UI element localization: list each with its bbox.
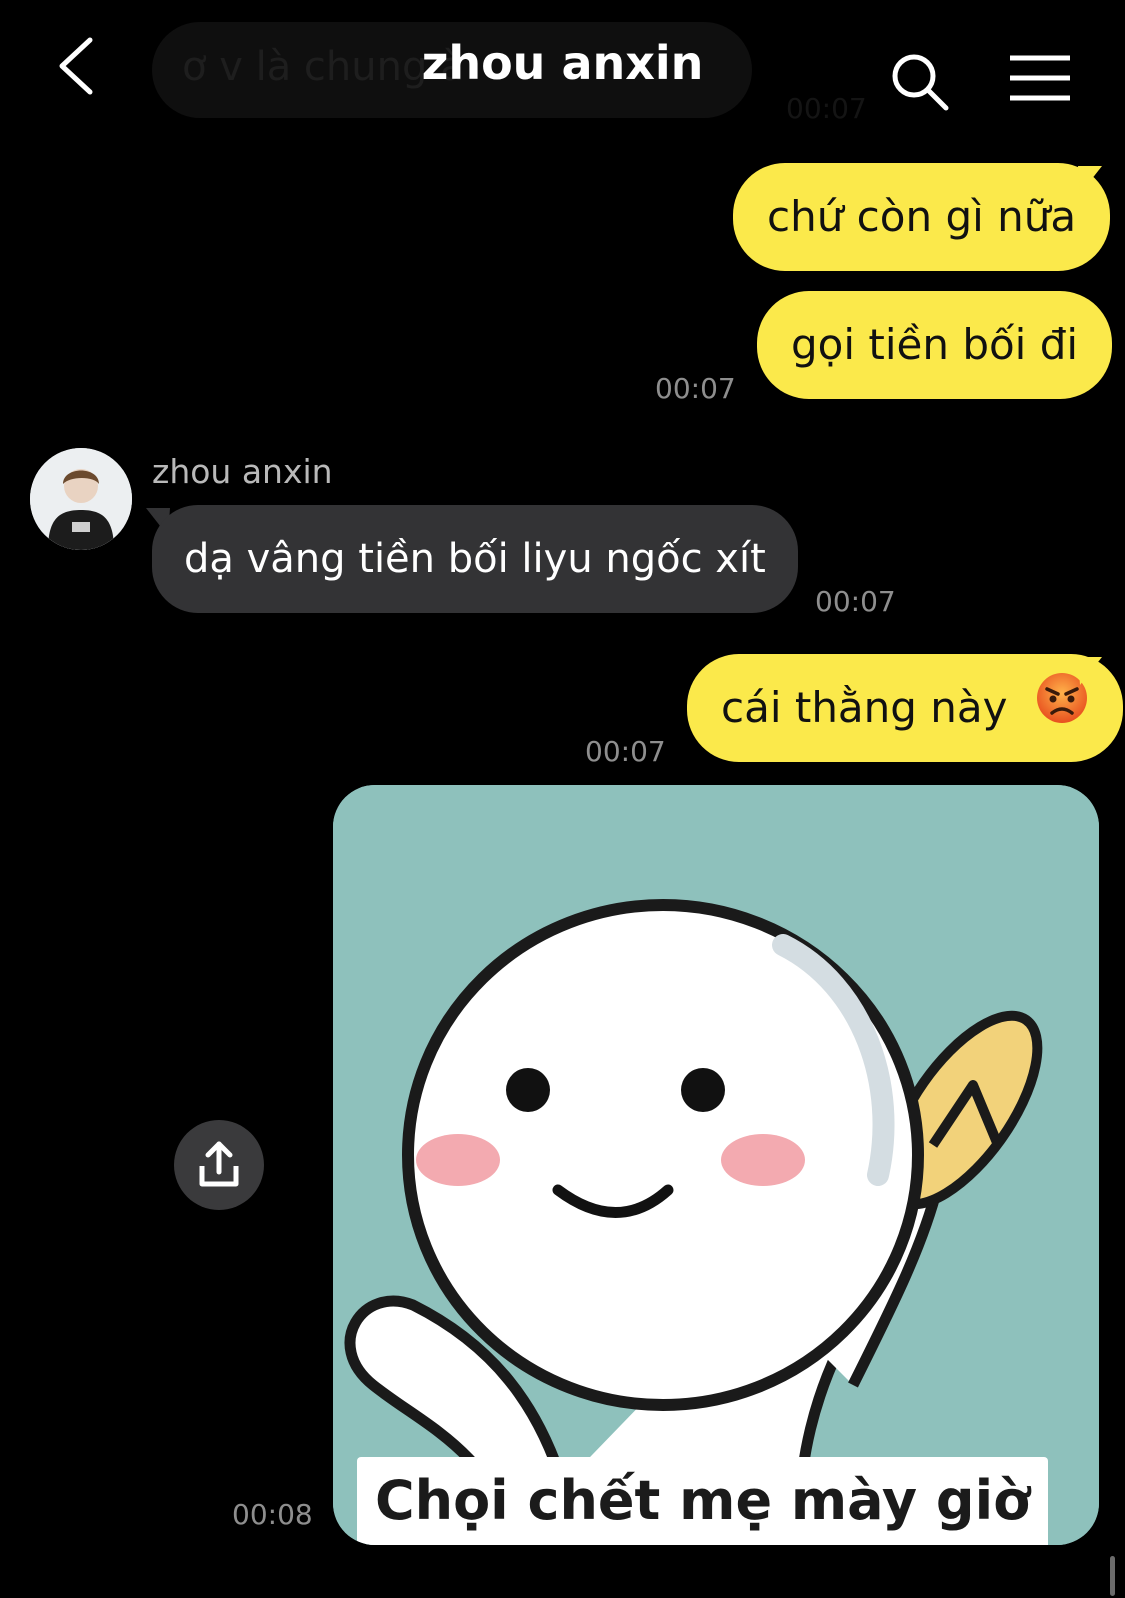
bubble-tail — [1078, 657, 1102, 685]
sticker-image[interactable]: Chọi chết mẹ mày giờ — [333, 785, 1099, 1545]
message-time: 00:07 — [815, 585, 896, 618]
outgoing-message-bubble[interactable]: cái thằng này — [687, 654, 1123, 762]
scrollbar[interactable] — [1110, 1556, 1115, 1596]
avatar[interactable] — [30, 448, 132, 550]
message-text: cái thằng này — [721, 683, 1008, 732]
message-text: dạ vâng tiền bối liyu ngốc xít — [184, 536, 766, 582]
sender-name: zhou anxin — [152, 452, 333, 491]
search-icon[interactable] — [888, 50, 952, 114]
message-text: chứ còn gì nữa — [767, 192, 1077, 241]
incoming-message-bubble[interactable]: dạ vâng tiền bối liyu ngốc xít — [152, 505, 798, 613]
bubble-tail — [1078, 166, 1102, 194]
menu-icon[interactable] — [1008, 54, 1072, 104]
message-time: 00:08 — [232, 1498, 313, 1531]
outgoing-message-bubble[interactable]: gọi tiền bối đi — [757, 291, 1113, 399]
faded-message-time: 00:07 — [786, 92, 867, 125]
chat-title: zhou anxin — [421, 36, 704, 90]
message-time: 00:07 — [655, 372, 736, 405]
share-icon[interactable] — [174, 1120, 264, 1210]
outgoing-message-bubble[interactable]: chứ còn gì nữa — [733, 163, 1111, 271]
sticker-illustration — [333, 785, 1099, 1545]
message-time: 00:07 — [585, 735, 666, 768]
message-text: gọi tiền bối đi — [791, 320, 1079, 369]
sticker-caption: Chọi chết mẹ mày giờ — [357, 1457, 1049, 1545]
